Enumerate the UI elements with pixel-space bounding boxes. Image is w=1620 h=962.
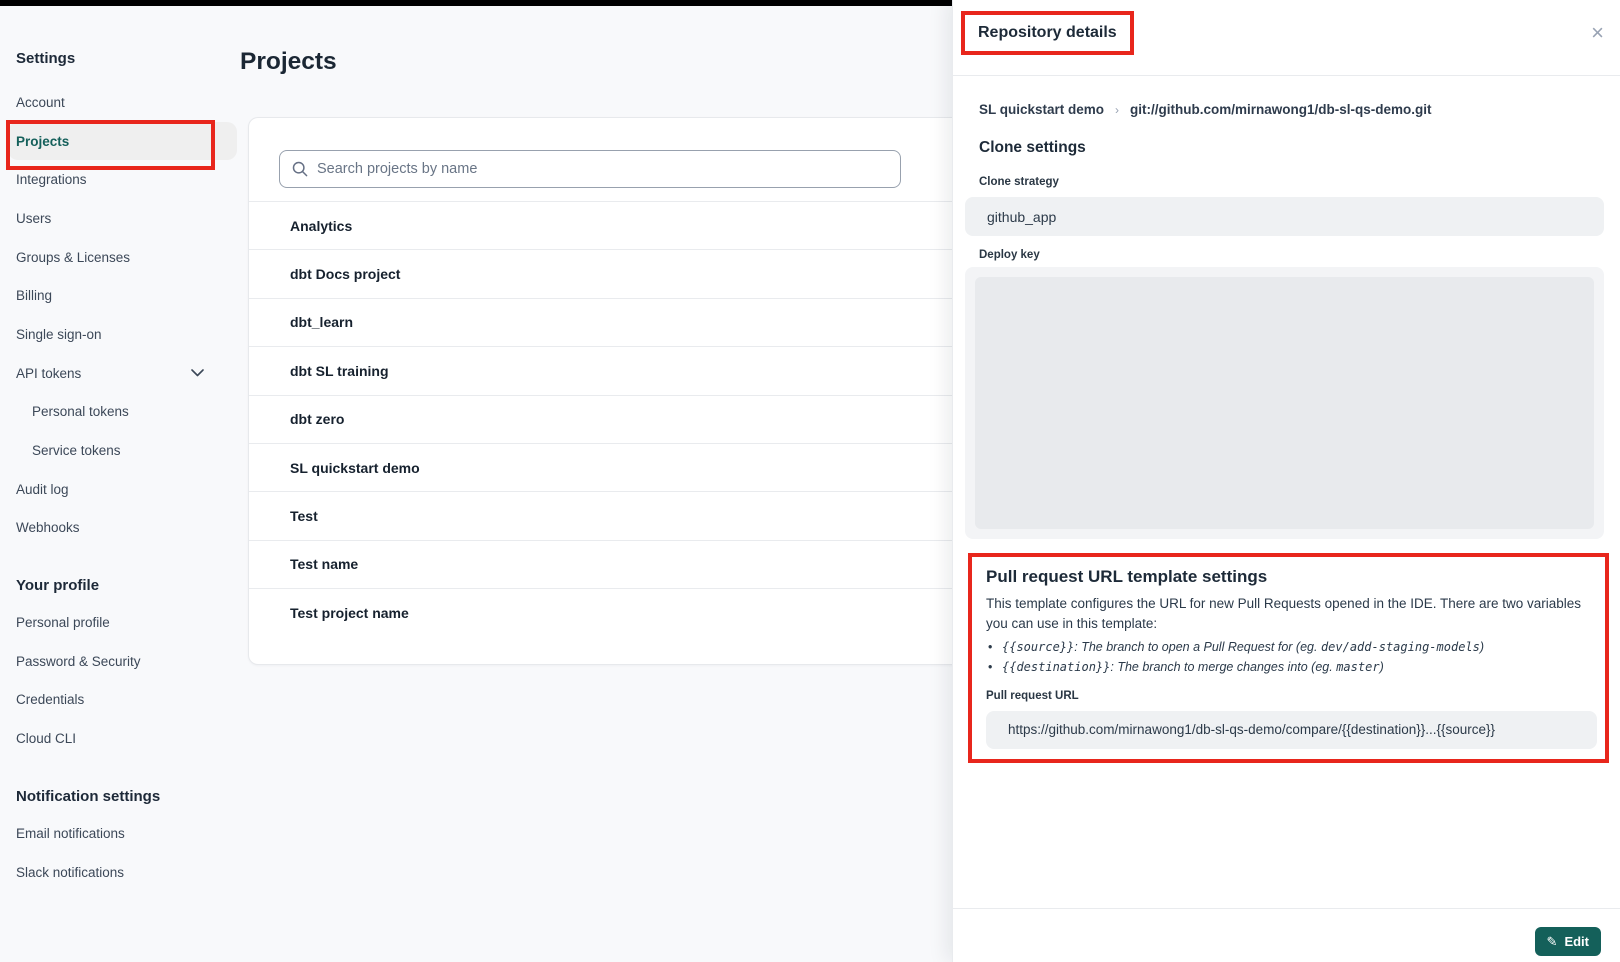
sidebar-item-personal-tokens[interactable]: Personal tokens bbox=[0, 393, 240, 432]
search-box bbox=[279, 150, 901, 188]
sidebar-item-integrations[interactable]: Integrations bbox=[0, 160, 240, 199]
sidebar-item-email-notifications[interactable]: Email notifications bbox=[0, 814, 240, 853]
edit-button[interactable]: ✎ Edit bbox=[1535, 927, 1601, 956]
pr-template-heading: Pull request URL template settings bbox=[986, 567, 1591, 587]
sidebar-item-password-security[interactable]: Password & Security bbox=[0, 642, 240, 681]
page-title: Projects bbox=[240, 48, 337, 76]
annotation-box-repository-details: Repository details bbox=[961, 11, 1134, 55]
chevron-down-icon[interactable] bbox=[191, 369, 204, 377]
sidebar-item-personal-profile[interactable]: Personal profile bbox=[0, 603, 240, 642]
repository-details-panel: Repository details × SL quickstart demo … bbox=[952, 0, 1620, 962]
pr-template-bullets: {{source}}: The branch to open a Pull Re… bbox=[986, 638, 1591, 677]
search-input[interactable] bbox=[317, 161, 888, 177]
pencil-icon: ✎ bbox=[1547, 934, 1558, 950]
sidebar-heading-your-profile: Your profile bbox=[0, 575, 240, 595]
sidebar-item-cloud-cli[interactable]: Cloud CLI bbox=[0, 719, 240, 758]
sidebar-item-slack-notifications[interactable]: Slack notifications bbox=[0, 853, 240, 892]
settings-sidebar: Settings Account Projects Integrations U… bbox=[0, 0, 240, 962]
sidebar-heading-settings: Settings bbox=[0, 48, 240, 68]
clone-strategy-label: Clone strategy bbox=[979, 176, 1059, 188]
pr-bullet-destination: {{destination}}: The branch to merge cha… bbox=[986, 658, 1591, 677]
sidebar-item-webhooks[interactable]: Webhooks bbox=[0, 509, 240, 548]
breadcrumb: SL quickstart demo › git://github.com/mi… bbox=[979, 102, 1432, 117]
clone-strategy-field: github_app bbox=[965, 197, 1604, 236]
sidebar-item-service-tokens[interactable]: Service tokens bbox=[0, 431, 240, 470]
pull-request-url-label: Pull request URL bbox=[986, 690, 1591, 702]
sidebar-item-groups-licenses[interactable]: Groups & Licenses bbox=[0, 238, 240, 277]
sidebar-item-single-sign-on[interactable]: Single sign-on bbox=[0, 315, 240, 354]
sidebar-heading-notification-settings: Notification settings bbox=[0, 786, 240, 806]
sidebar-item-audit-log[interactable]: Audit log bbox=[0, 470, 240, 509]
panel-footer: ✎ Edit bbox=[953, 908, 1620, 962]
panel-title: Repository details bbox=[978, 24, 1117, 42]
pr-bullet-source: {{source}}: The branch to open a Pull Re… bbox=[986, 638, 1591, 657]
sidebar-item-credentials[interactable]: Credentials bbox=[0, 681, 240, 720]
sidebar-item-users[interactable]: Users bbox=[0, 199, 240, 238]
edit-button-label: Edit bbox=[1564, 934, 1589, 949]
deploy-key-label: Deploy key bbox=[979, 249, 1040, 261]
sidebar-item-api-tokens[interactable]: API tokens bbox=[0, 354, 240, 393]
deploy-key-field bbox=[965, 267, 1604, 539]
breadcrumb-project[interactable]: SL quickstart demo bbox=[979, 102, 1104, 117]
panel-header: Repository details × bbox=[953, 0, 1620, 76]
breadcrumb-separator-icon: › bbox=[1115, 103, 1119, 117]
sidebar-item-account[interactable]: Account bbox=[0, 83, 240, 122]
deploy-key-value-redacted bbox=[975, 277, 1594, 529]
search-icon bbox=[292, 161, 308, 177]
pull-request-url-field: https://github.com/mirnawong1/db-sl-qs-d… bbox=[986, 711, 1597, 749]
sidebar-item-billing[interactable]: Billing bbox=[0, 276, 240, 315]
breadcrumb-repo-url: git://github.com/mirnawong1/db-sl-qs-dem… bbox=[1130, 102, 1431, 117]
pr-template-description: This template configures the URL for new… bbox=[986, 594, 1592, 633]
pull-request-template-section: Pull request URL template settings This … bbox=[968, 553, 1609, 763]
clone-settings-heading: Clone settings bbox=[979, 139, 1086, 157]
sidebar-item-projects[interactable]: Projects bbox=[8, 122, 237, 161]
close-icon[interactable]: × bbox=[1591, 22, 1604, 44]
